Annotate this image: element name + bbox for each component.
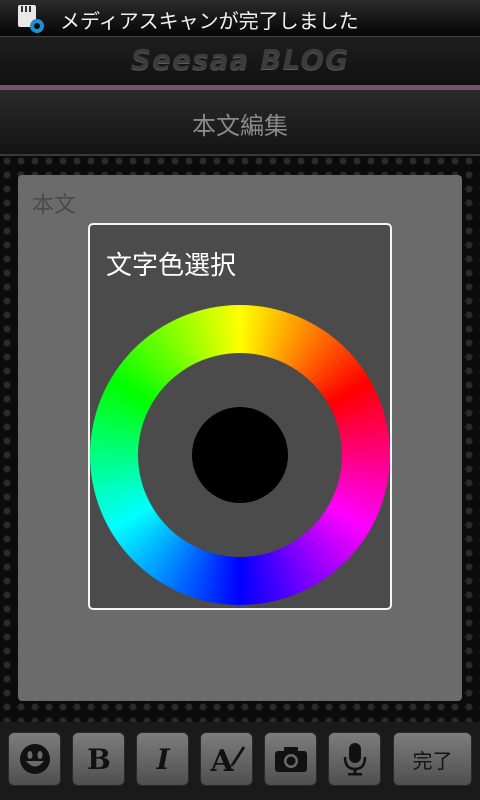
done-button[interactable]: 完了 bbox=[393, 732, 472, 786]
camera-icon bbox=[274, 747, 307, 772]
text-color-button[interactable]: A bbox=[200, 732, 253, 786]
svg-text:B: B bbox=[87, 743, 111, 776]
selected-color-swatch[interactable] bbox=[192, 407, 288, 503]
page-title: 本文編集 bbox=[192, 112, 288, 140]
logo-bar: Seesaa BLOG bbox=[0, 37, 480, 85]
text-color-icon: A bbox=[209, 744, 245, 777]
emoji-button[interactable] bbox=[8, 732, 61, 786]
title-bar: 本文編集 bbox=[0, 90, 480, 156]
italic-button[interactable]: I bbox=[136, 732, 189, 786]
color-wheel-container bbox=[90, 305, 390, 605]
dialog-title: 文字色選択 bbox=[106, 251, 237, 281]
done-button-label: 完了 bbox=[412, 748, 453, 773]
bold-icon: B bbox=[87, 743, 111, 776]
status-notification-text: メディアスキャンが完了しました bbox=[60, 9, 359, 33]
status-bar: メディアスキャンが完了しました bbox=[0, 0, 480, 37]
text-color-dialog: 文字色選択 bbox=[88, 223, 392, 610]
camera-button[interactable] bbox=[264, 732, 317, 786]
svg-text:A: A bbox=[209, 744, 234, 777]
italic-icon: I bbox=[155, 743, 170, 776]
emoji-icon bbox=[19, 744, 50, 774]
app-logo: Seesaa BLOG bbox=[130, 43, 350, 76]
microphone-icon bbox=[343, 743, 366, 776]
body-label: 本文 bbox=[32, 193, 77, 218]
voice-input-button[interactable] bbox=[328, 732, 381, 786]
bottom-toolbar: B I A 完了 bbox=[0, 722, 480, 800]
sd-card-settings-icon bbox=[18, 5, 44, 33]
bold-button[interactable]: B bbox=[72, 732, 125, 786]
svg-text:I: I bbox=[155, 743, 170, 776]
